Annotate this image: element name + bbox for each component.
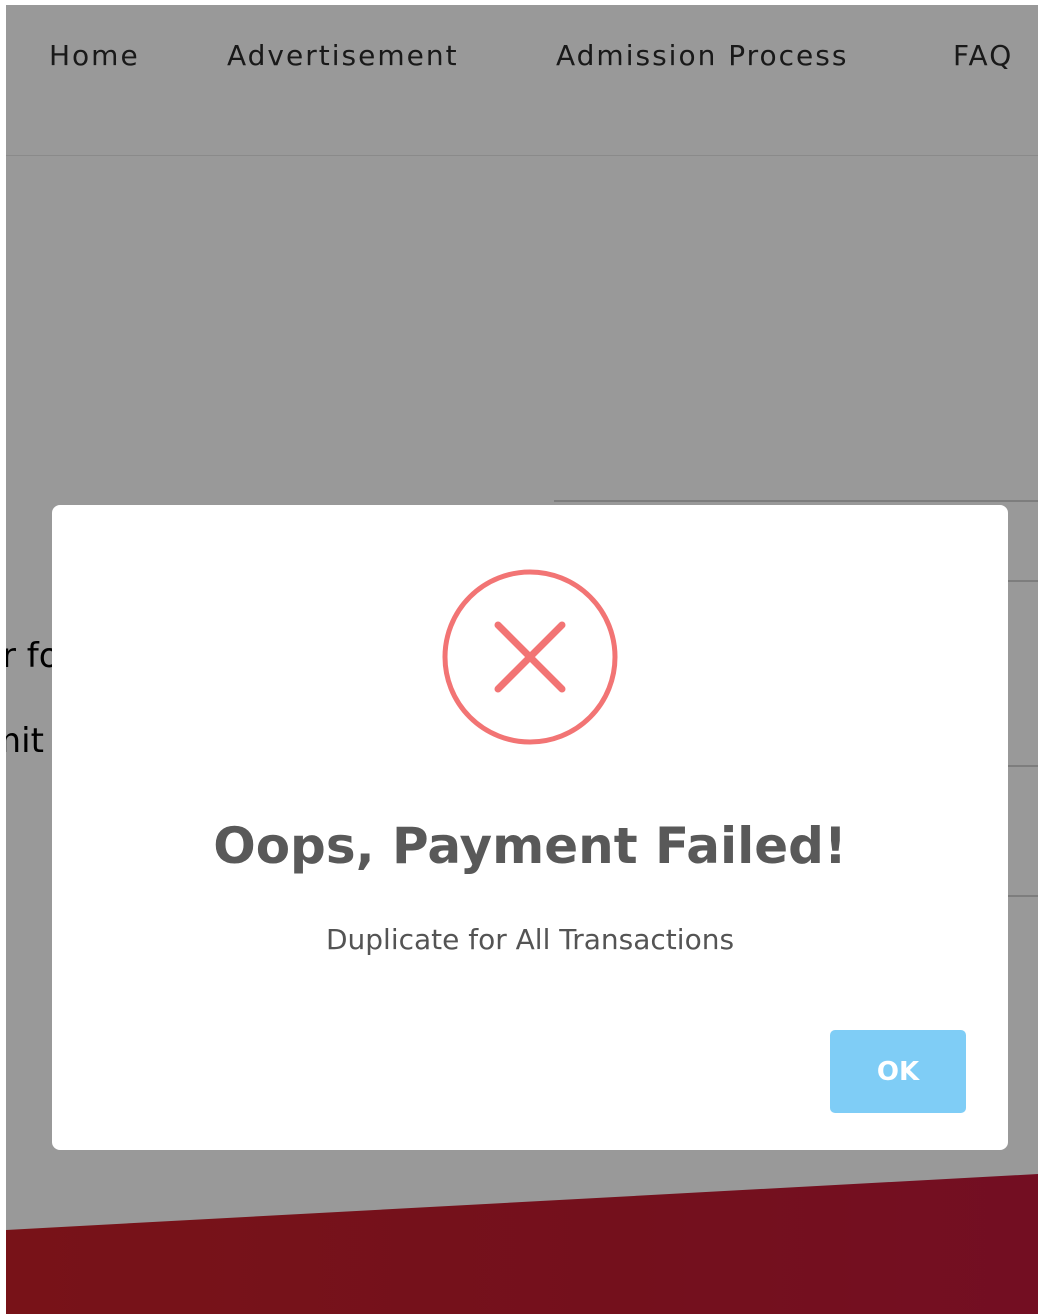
ok-button[interactable]: OK <box>830 1030 966 1113</box>
dialog-title: Oops, Payment Failed! <box>213 817 847 875</box>
payment-failed-dialog: Oops, Payment Failed! Duplicate for All … <box>52 505 1008 1150</box>
dialog-message: Duplicate for All Transactions <box>325 923 735 956</box>
error-x-icon <box>442 569 618 745</box>
